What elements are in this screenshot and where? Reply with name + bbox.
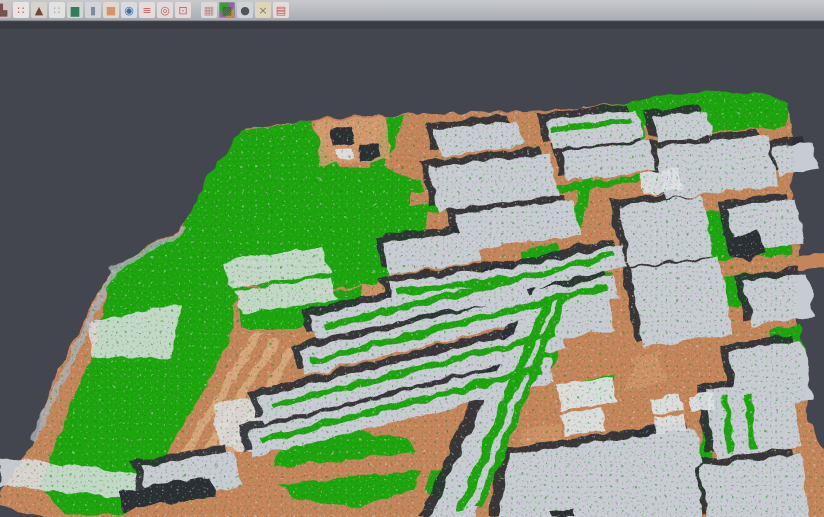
scatter-points-icon[interactable]: ∷: [13, 2, 29, 18]
sphere-icon[interactable]: ●: [237, 2, 253, 18]
orange-tile-icon[interactable]: ■: [103, 2, 119, 18]
faint-points-icon[interactable]: ∷: [49, 2, 65, 18]
pointcloud-scene-canvas[interactable]: [0, 22, 824, 517]
globe-icon[interactable]: ◉: [121, 2, 137, 18]
toolbar: ▙ ∷ ▲ ∷ ▆ ▮ ■ ◉ ≡ ◎ ⊡ ▦ ▩ ● × ▤: [0, 0, 824, 21]
select-region-glyph: ⊡: [178, 5, 187, 16]
flag-glyph: ▤: [276, 5, 286, 16]
terrain-icon[interactable]: ▲: [31, 2, 47, 18]
orange-tile-glyph: ■: [106, 5, 116, 16]
target-glyph: ◎: [160, 5, 170, 16]
sphere-glyph: ●: [240, 5, 250, 16]
surface-glyph: ▆: [71, 5, 79, 16]
grid-icon[interactable]: ▦: [201, 2, 217, 18]
measure-icon[interactable]: ×: [255, 2, 271, 18]
grid-glyph: ▦: [204, 5, 214, 16]
column-icon[interactable]: ▮: [85, 2, 101, 18]
pointcloud-speckle: [0, 92, 824, 517]
window-partial-glyph: ▙: [0, 5, 7, 16]
list-icon[interactable]: ≡: [139, 2, 155, 18]
faint-points-glyph: ∷: [54, 5, 61, 16]
column-glyph: ▮: [90, 5, 96, 16]
viewport-3d[interactable]: [0, 22, 824, 517]
flag-icon[interactable]: ▤: [273, 2, 289, 18]
target-icon[interactable]: ◎: [157, 2, 173, 18]
scatter-points-glyph: ∷: [18, 5, 25, 16]
terrain-glyph: ▲: [35, 5, 43, 16]
classified-pointcloud: [0, 91, 824, 517]
measure-glyph: ×: [258, 5, 267, 16]
application-window: { "toolbar": { "icons": [ {"name":"windo…: [0, 0, 824, 517]
classification-colors-glyph: ▩: [222, 5, 232, 16]
classification-colors-icon[interactable]: ▩: [219, 2, 235, 18]
list-glyph: ≡: [142, 5, 151, 16]
globe-glyph: ◉: [124, 5, 134, 16]
surface-icon[interactable]: ▆: [67, 2, 83, 18]
window-partial-icon[interactable]: ▙: [0, 2, 11, 18]
select-region-icon[interactable]: ⊡: [175, 2, 191, 18]
